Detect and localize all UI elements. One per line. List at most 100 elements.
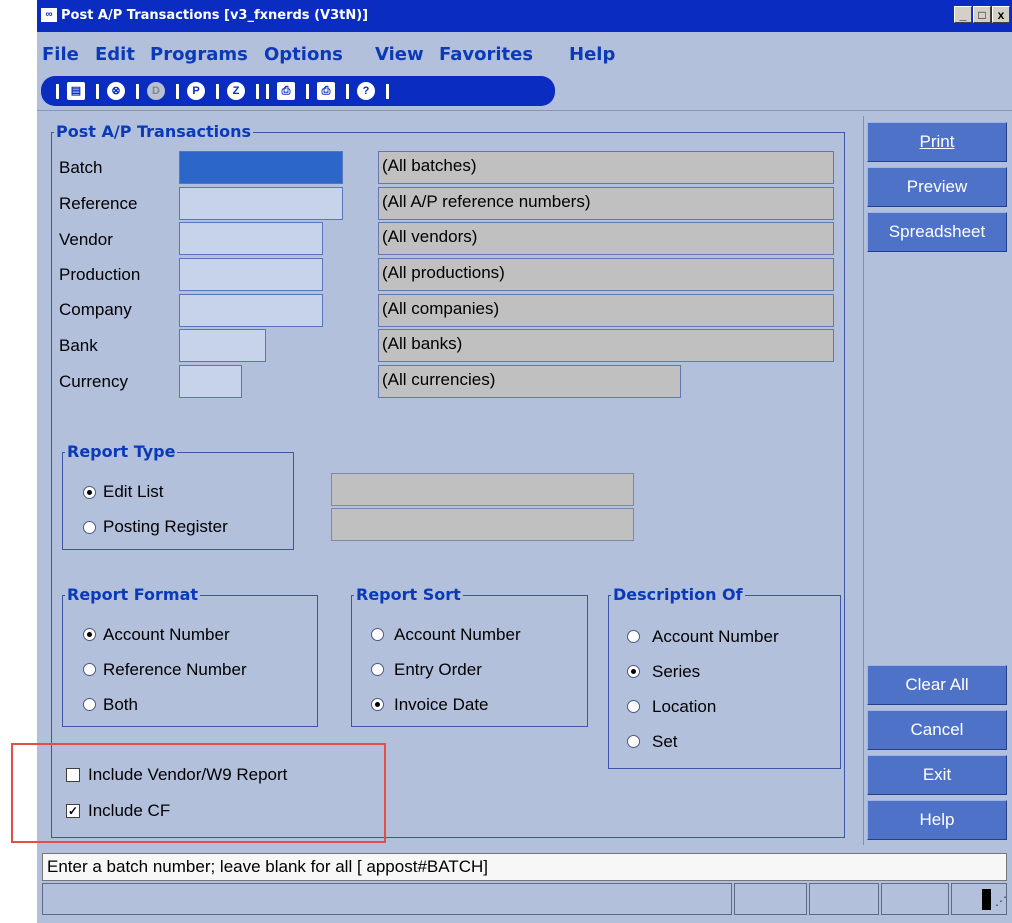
format-reference-number-radio[interactable]	[83, 663, 96, 676]
menu-view[interactable]: View	[375, 44, 424, 65]
toolbar-separator	[176, 84, 179, 99]
menu-bar: File Edit Programs Options View Favorite…	[37, 40, 1012, 70]
desc-account-number-radio[interactable]	[627, 630, 640, 643]
format-account-number-radio[interactable]	[83, 628, 96, 641]
production-label: Production	[59, 265, 141, 284]
company-input[interactable]	[179, 294, 323, 327]
company-description: (All companies)	[378, 294, 834, 327]
menu-edit[interactable]: Edit	[95, 44, 135, 65]
edit-list-label: Edit List	[103, 482, 164, 501]
divider	[37, 110, 1012, 111]
bank-label: Bank	[59, 336, 98, 355]
p-icon[interactable]: P	[187, 82, 205, 100]
production-description: (All productions)	[378, 258, 834, 291]
toolbar-separator	[386, 84, 389, 99]
window-title: Post A/P Transactions [v3_fxnerds (V3tN)…	[61, 8, 369, 23]
group-title: Post A/P Transactions	[54, 122, 254, 141]
help-button[interactable]: Help	[867, 800, 1007, 840]
desc-series-label: Series	[652, 662, 701, 681]
toolbar-separator	[56, 84, 59, 99]
report-type-field-2	[331, 508, 634, 541]
report-sort-title: Report Sort	[354, 585, 463, 604]
toolbar-separator	[96, 84, 99, 99]
highlight-box	[11, 743, 386, 843]
toolbar-separator	[346, 84, 349, 99]
maximize-button[interactable]: □	[973, 6, 991, 23]
status-pane	[734, 883, 807, 915]
toolbar-separator	[266, 84, 269, 99]
resize-grip-icon[interactable]: ⋰	[995, 894, 1007, 908]
status-pane: ⋰	[951, 883, 1007, 915]
bank-input[interactable]	[179, 329, 266, 362]
format-both-radio[interactable]	[83, 698, 96, 711]
production-input[interactable]	[179, 258, 323, 291]
vendor-label: Vendor	[59, 230, 113, 249]
desc-set-label: Set	[652, 732, 678, 751]
sort-entry-order-radio[interactable]	[371, 663, 384, 676]
help-icon[interactable]: ?	[357, 82, 375, 100]
sort-account-number-radio[interactable]	[371, 628, 384, 641]
z-icon[interactable]: Z	[227, 82, 245, 100]
format-reference-number-label: Reference Number	[103, 660, 247, 679]
toolbar-separator	[136, 84, 139, 99]
menu-options[interactable]: Options	[264, 44, 343, 65]
desc-location-label: Location	[652, 697, 717, 716]
print-icon[interactable]: ⎙	[277, 82, 295, 100]
print-button[interactable]: Print	[867, 122, 1007, 162]
cancel-button[interactable]: Cancel	[867, 710, 1007, 750]
close-button[interactable]: x	[992, 6, 1010, 23]
vendor-description: (All vendors)	[378, 222, 834, 255]
print-setup-icon[interactable]: ⎙	[317, 82, 335, 100]
sort-invoice-date-label: Invoice Date	[394, 695, 489, 714]
currency-input[interactable]	[179, 365, 242, 398]
edit-list-radio[interactable]	[83, 486, 96, 499]
menu-file[interactable]: File	[42, 44, 79, 65]
report-type-title: Report Type	[65, 442, 178, 461]
sort-invoice-date-radio[interactable]	[371, 698, 384, 711]
sort-entry-order-label: Entry Order	[394, 660, 482, 679]
disabled-d-icon: D	[147, 82, 165, 100]
format-both-label: Both	[103, 695, 138, 714]
desc-account-number-label: Account Number	[652, 627, 779, 646]
toolbar: ▤ ⊗ D P Z ⎙ ⎙ ?	[41, 76, 555, 106]
status-indicator	[982, 889, 991, 910]
batch-description: (All batches)	[378, 151, 834, 184]
batch-label: Batch	[59, 158, 103, 177]
window-controls: _ □ x	[953, 6, 1010, 24]
minimize-button[interactable]: _	[954, 6, 972, 23]
desc-location-radio[interactable]	[627, 700, 640, 713]
preview-button[interactable]: Preview	[867, 167, 1007, 207]
posting-register-label: Posting Register	[103, 517, 228, 536]
reference-input[interactable]	[179, 187, 343, 220]
title-bar[interactable]: ∞ Post A/P Transactions [v3_fxnerds (V3t…	[37, 0, 1012, 32]
description-of-title: Description Of	[611, 585, 745, 604]
posting-register-radio[interactable]	[83, 521, 96, 534]
new-document-icon[interactable]: ▤	[67, 82, 85, 100]
description-of-group: Description Of	[608, 585, 841, 769]
bank-description: (All banks)	[378, 329, 834, 362]
toolbar-separator	[216, 84, 219, 99]
desc-set-radio[interactable]	[627, 735, 640, 748]
status-pane	[881, 883, 949, 915]
sort-account-number-label: Account Number	[394, 625, 521, 644]
batch-input[interactable]	[179, 151, 343, 184]
desc-series-radio[interactable]	[627, 665, 640, 678]
report-format-title: Report Format	[65, 585, 201, 604]
company-label: Company	[59, 300, 132, 319]
reference-label: Reference	[59, 194, 138, 213]
reference-description: (All A/P reference numbers)	[378, 187, 834, 220]
vendor-input[interactable]	[179, 222, 323, 255]
status-pane	[42, 883, 732, 915]
menu-programs[interactable]: Programs	[150, 44, 248, 65]
menu-help[interactable]: Help	[569, 44, 615, 65]
menu-favorites[interactable]: Favorites	[439, 44, 533, 65]
status-message: Enter a batch number; leave blank for al…	[42, 853, 1007, 881]
format-account-number-label: Account Number	[103, 625, 230, 644]
report-type-field-1	[331, 473, 634, 506]
clear-all-button[interactable]: Clear All	[867, 665, 1007, 705]
cancel-icon[interactable]: ⊗	[107, 82, 125, 100]
print-button-label: Print	[919, 132, 955, 151]
spreadsheet-button[interactable]: Spreadsheet	[867, 212, 1007, 252]
exit-button[interactable]: Exit	[867, 755, 1007, 795]
toolbar-separator	[306, 84, 309, 99]
